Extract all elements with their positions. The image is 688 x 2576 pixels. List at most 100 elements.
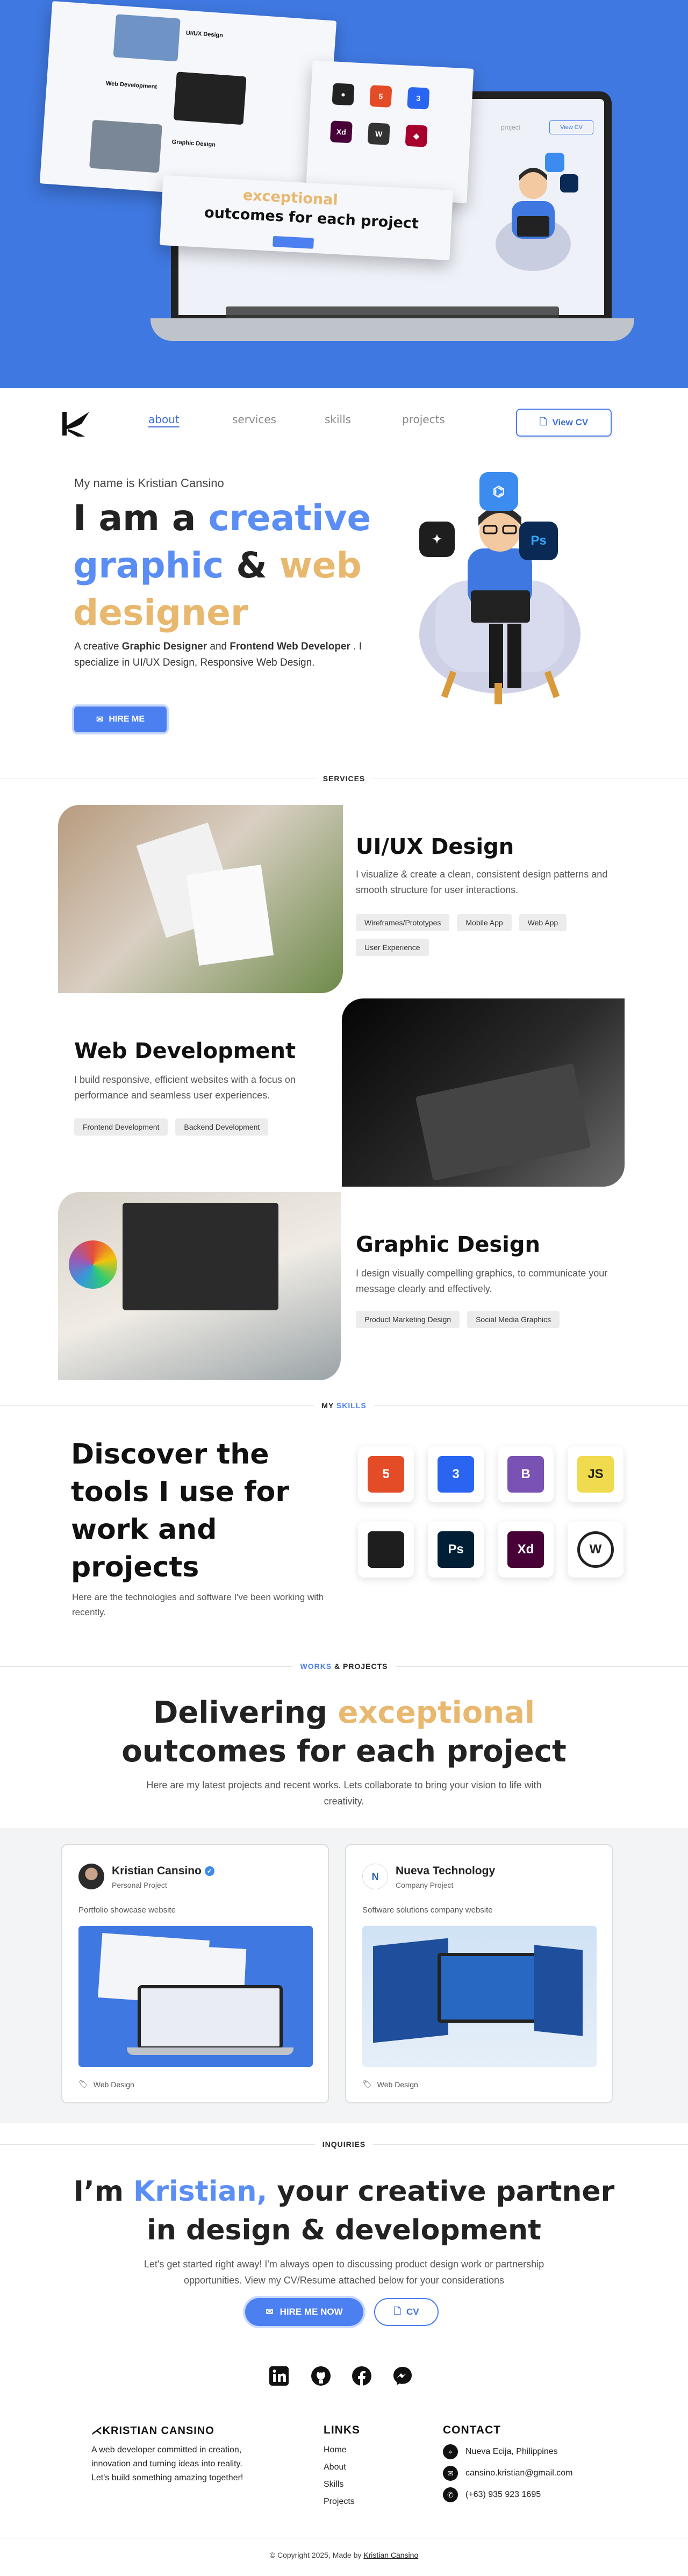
hire-me-button[interactable]: ✉ HIRE ME — [74, 707, 167, 732]
project-type: Personal Project — [112, 1881, 167, 1889]
hire-me-label: HIRE ME — [109, 715, 145, 724]
inquiries-label: INQUIRIES — [0, 2140, 688, 2149]
graphic-title: Graphic Design — [356, 1232, 540, 1257]
thumb-panel — [373, 1938, 448, 2043]
projects-desc: Here are my latest projects and recent w… — [146, 1780, 542, 1807]
nav-services[interactable]: services — [232, 413, 276, 426]
projects-h-part1: Delivering — [153, 1695, 338, 1730]
laptop-nav-text: project — [501, 124, 521, 131]
projects-h-highlight: exceptional — [338, 1695, 535, 1730]
tag: Mobile App — [457, 914, 512, 931]
inquiries-desc: Let's get started right away! I'm always… — [144, 2259, 544, 2286]
top-nav: about services skills projects 🗋 View CV — [0, 388, 688, 454]
html5-icon: 5 — [369, 85, 392, 108]
intro-h-graphic: graphic — [73, 545, 224, 586]
hero-skills-card: ● 5 3 Xd W ◆ — [305, 60, 474, 203]
project-type: Company Project — [396, 1881, 454, 1889]
laptop-cv-button: View CV — [549, 120, 593, 134]
xd-icon: Xd — [507, 1531, 544, 1568]
github-icon[interactable] — [309, 2364, 333, 2388]
hero-headline: outcomes for each project — [204, 204, 419, 232]
phone-icon: ✆ — [443, 2487, 458, 2502]
tag: Social Media Graphics — [467, 1311, 560, 1328]
projects-label-rest: & PROJECTS — [332, 1662, 388, 1671]
photoshop-icon: Ps — [519, 522, 558, 560]
hero-thumb-graphic — [89, 119, 162, 173]
wordpress-icon: W — [367, 122, 390, 145]
footer-brand: ⋌ KRISTIAN CANSINO — [91, 2424, 214, 2437]
view-cv-label: View CV — [552, 417, 589, 427]
email-icon: ✉ — [443, 2466, 458, 2481]
skills-label-my: MY — [321, 1401, 336, 1410]
document-icon: 🗋 — [539, 416, 547, 427]
hire-me-now-button[interactable]: ✉ HIRE ME NOW — [245, 2298, 363, 2326]
project-card[interactable]: N Nueva Technology Company Project Softw… — [345, 1844, 613, 2103]
project-desc: Software solutions company website — [362, 1906, 493, 1915]
intro-h-designer: designer — [73, 592, 248, 633]
nav-skills[interactable]: skills — [325, 413, 351, 426]
project-tag-text: Web Design — [93, 2080, 134, 2089]
inq-h-part1: I’m — [73, 2175, 134, 2208]
footer-phone-text: (+63) 935 923 1695 — [465, 2490, 541, 2499]
project-card[interactable]: Kristian Cansino ✓ Personal Project Port… — [61, 1844, 329, 2103]
inquiries-label-text: INQUIRIES — [314, 2140, 374, 2149]
copyright-text: © Copyright 2025, Made by — [269, 2551, 364, 2559]
k-logo[interactable] — [58, 410, 92, 438]
javascript-icon: JS — [577, 1456, 614, 1493]
intro-p-frontend: Frontend Web Developer — [230, 641, 350, 652]
uiux-image — [58, 805, 343, 993]
intro-p-graphic: Graphic Designer — [121, 641, 207, 652]
footer-contact-heading: CONTACT — [443, 2424, 501, 2436]
figma-icon — [368, 1531, 404, 1568]
intro-p-2: and — [207, 641, 230, 652]
footer-location: ⌖ Nueva Ecija, Philippines — [443, 2444, 558, 2459]
laptop-base — [150, 318, 634, 341]
paper-mockup-2 — [186, 865, 274, 966]
nav-projects[interactable]: projects — [402, 413, 445, 426]
hero-hire-button — [273, 236, 314, 249]
facebook-icon[interactable] — [349, 2364, 374, 2388]
document-icon: 🗋 — [393, 2306, 402, 2316]
nav-about[interactable]: about — [148, 413, 180, 426]
project-name: Nueva Technology — [396, 1865, 496, 1877]
project-tag: 🏷 Web Design — [362, 2080, 418, 2089]
cv-button[interactable]: 🗋 CV — [374, 2298, 439, 2326]
footer-phone[interactable]: ✆ (+63) 935 923 1695 — [443, 2487, 541, 2502]
github-icon: ● — [332, 83, 355, 106]
footer-link-home[interactable]: Home — [324, 2445, 347, 2455]
tag-icon: 🏷 — [78, 2080, 88, 2088]
wordpress-icon: W — [577, 1531, 614, 1568]
footer-link-about[interactable]: About — [324, 2463, 346, 2472]
skill-tile — [358, 1522, 414, 1578]
copyright-author-link[interactable]: Kristian Cansino — [363, 2551, 418, 2559]
project-thumbnail[interactable] — [362, 1926, 597, 2067]
linkedin-icon[interactable] — [267, 2364, 291, 2388]
laptop-keyboard-photo — [415, 1063, 591, 1181]
footer-link-projects[interactable]: Projects — [324, 2497, 355, 2507]
messenger-icon[interactable] — [390, 2364, 415, 2388]
footer-link-skills[interactable]: Skills — [324, 2480, 343, 2489]
vscode-icon: ⌬ — [479, 472, 518, 511]
skill-tile: B — [498, 1446, 554, 1502]
skill-tile: JS — [568, 1446, 624, 1502]
hero-headline-orange: exceptional — [242, 187, 339, 209]
view-cv-button[interactable]: 🗋 View CV — [516, 409, 612, 437]
footer-email[interactable]: ✉ cansino.kristian@gmail.com — [443, 2466, 572, 2481]
skills-desc: Here are the technologies and software I… — [72, 1592, 324, 1617]
ruby-icon: ◆ — [405, 124, 428, 147]
project-desc: Portfolio showcase website — [78, 1906, 176, 1915]
avatar — [78, 1864, 104, 1889]
thumb-laptop-base — [127, 2047, 293, 2055]
webdev-image — [342, 998, 625, 1187]
uiux-desc: I visualize & create a clean, consistent… — [356, 869, 608, 895]
project-thumbnail[interactable] — [78, 1926, 313, 2067]
project-name-text: Kristian Cansino — [112, 1865, 202, 1877]
hero-services-card: UI/UX Design Web Development Graphic Des… — [39, 1, 337, 204]
intro-h-amp: & — [224, 545, 280, 586]
footer-about: A web developer committed in creation, i… — [91, 2445, 243, 2482]
projects-headline: Delivering exceptional outcomes for each… — [0, 1694, 688, 1771]
mail-icon: ✉ — [96, 715, 104, 724]
projects-label-works: WORKS — [300, 1662, 332, 1671]
intro-greeting: My name is Kristian Cansino — [74, 476, 224, 490]
skill-tile: W — [568, 1522, 624, 1578]
